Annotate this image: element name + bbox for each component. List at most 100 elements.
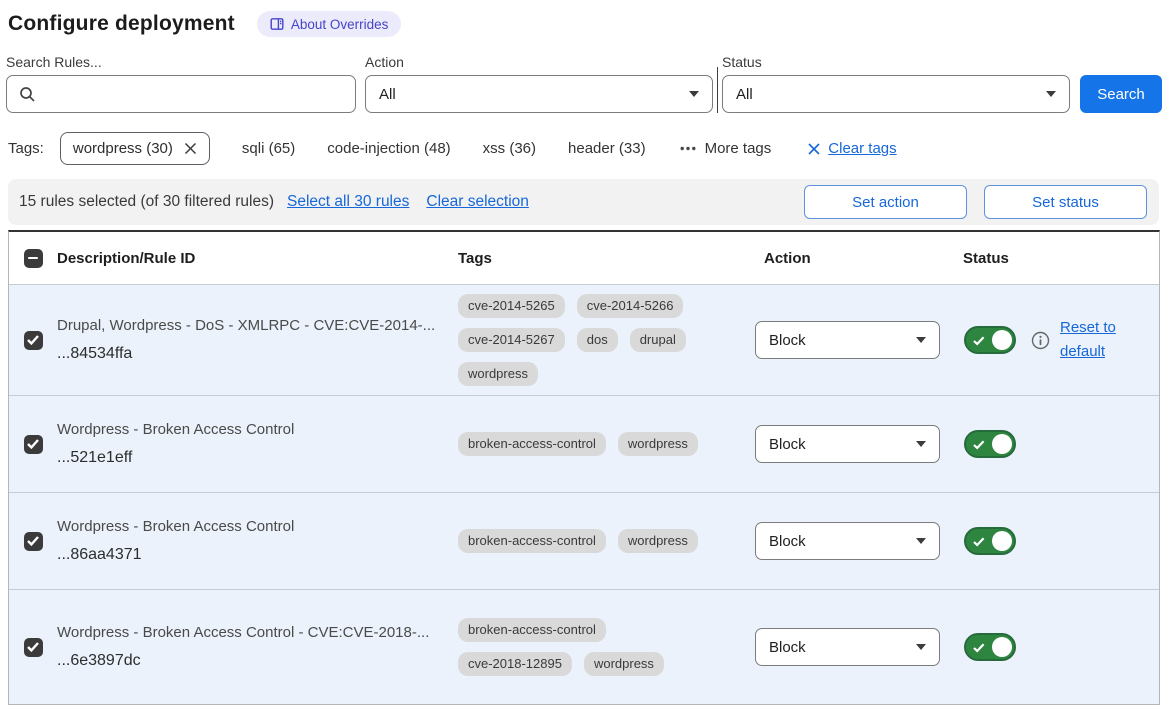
tag-pill: drupal bbox=[630, 328, 686, 352]
chevron-down-icon bbox=[689, 91, 699, 97]
rules-table: Description/Rule ID Tags Action Status D… bbox=[8, 230, 1160, 705]
action-filter-value: All bbox=[379, 86, 396, 103]
rule-description: Wordpress - Broken Access Control bbox=[57, 421, 455, 438]
search-rules-input[interactable] bbox=[36, 76, 355, 112]
close-icon[interactable] bbox=[184, 142, 197, 155]
selection-summary: 15 rules selected (of 30 filtered rules) bbox=[19, 193, 274, 211]
status-filter-value: All bbox=[736, 86, 753, 103]
rule-id: ...6e3897dc bbox=[57, 652, 455, 670]
rule-id: ...86aa4371 bbox=[57, 546, 455, 564]
clear-tags-button[interactable]: Clear tags bbox=[807, 140, 896, 157]
action-value: Block bbox=[769, 533, 806, 550]
status-toggle[interactable] bbox=[964, 527, 1016, 555]
select-all-link[interactable]: Select all 30 rules bbox=[287, 193, 409, 211]
info-icon[interactable] bbox=[1031, 331, 1050, 350]
clear-selection-link[interactable]: Clear selection bbox=[426, 193, 529, 211]
action-value: Block bbox=[769, 332, 806, 349]
action-select[interactable]: Block bbox=[755, 522, 940, 560]
table-row: Wordpress - Broken Access Control ...86a… bbox=[9, 492, 1159, 589]
tag-pill: wordpress bbox=[458, 362, 538, 386]
selection-bar: 15 rules selected (of 30 filtered rules)… bbox=[8, 179, 1159, 225]
about-overrides-badge[interactable]: About Overrides bbox=[257, 11, 402, 37]
column-header-description: Description/Rule ID bbox=[57, 250, 455, 267]
action-select[interactable]: Block bbox=[755, 321, 940, 359]
column-header-action: Action bbox=[753, 250, 951, 267]
tag-pill: wordpress bbox=[584, 652, 664, 676]
search-rules-inputbox bbox=[6, 75, 356, 113]
rule-description: Wordpress - Broken Access Control bbox=[57, 518, 455, 535]
row-checkbox[interactable] bbox=[24, 532, 43, 551]
page-title: Configure deployment bbox=[8, 12, 235, 36]
tag-option-header[interactable]: header (33) bbox=[568, 140, 646, 157]
status-filter-label: Status bbox=[722, 54, 1070, 70]
table-row: Drupal, Wordpress - DoS - XMLRPC - CVE:C… bbox=[9, 284, 1159, 395]
search-icon bbox=[7, 86, 36, 103]
page-header: Configure deployment About Overrides bbox=[0, 0, 1167, 37]
filter-divider bbox=[717, 67, 718, 113]
status-toggle[interactable] bbox=[964, 633, 1016, 661]
column-header-tags: Tags bbox=[455, 250, 753, 267]
row-checkbox[interactable] bbox=[24, 435, 43, 454]
reset-to-default-link[interactable]: Reset to default bbox=[1060, 316, 1126, 364]
tag-pill: cve-2014-5267 bbox=[458, 328, 565, 352]
action-value: Block bbox=[769, 639, 806, 656]
tags-label: Tags: bbox=[8, 140, 44, 157]
tag-pill: wordpress bbox=[618, 432, 698, 456]
table-row: Wordpress - Broken Access Control - CVE:… bbox=[9, 589, 1159, 704]
filter-row: Search Rules... Action All Status bbox=[6, 54, 1167, 113]
tag-pill: cve-2014-5266 bbox=[577, 294, 684, 318]
more-tags-label: More tags bbox=[705, 140, 772, 157]
action-select[interactable]: Block bbox=[755, 628, 940, 666]
tag-option-sqli[interactable]: sqli (65) bbox=[242, 140, 295, 157]
chevron-down-icon bbox=[916, 538, 926, 544]
tags-bar: Tags: wordpress (30) sqli (65) code-inje… bbox=[8, 132, 1167, 165]
tag-pill: cve-2014-5265 bbox=[458, 294, 565, 318]
rule-id: ...84534ffa bbox=[57, 345, 455, 363]
rule-tags: broken-access-control cve-2018-12895 wor… bbox=[455, 618, 717, 677]
chevron-down-icon bbox=[916, 644, 926, 650]
toggle-knob bbox=[992, 637, 1012, 657]
tag-pill: broken-access-control bbox=[458, 618, 606, 642]
column-header-status: Status bbox=[951, 250, 1159, 267]
selected-tag-chip-wordpress[interactable]: wordpress (30) bbox=[60, 132, 210, 165]
tag-pill: dos bbox=[577, 328, 618, 352]
configure-deployment-page: Configure deployment About Overrides Sea… bbox=[0, 0, 1167, 718]
chevron-down-icon bbox=[916, 441, 926, 447]
action-filter-label: Action bbox=[365, 54, 713, 70]
action-value: Block bbox=[769, 436, 806, 453]
chevron-down-icon bbox=[1046, 91, 1056, 97]
clear-tags-label: Clear tags bbox=[828, 140, 896, 157]
tag-option-xss[interactable]: xss (36) bbox=[483, 140, 536, 157]
toggle-knob bbox=[992, 330, 1012, 350]
toggle-knob bbox=[992, 531, 1012, 551]
status-filter-select[interactable]: All bbox=[722, 75, 1070, 113]
row-checkbox[interactable] bbox=[24, 331, 43, 350]
select-all-checkbox[interactable] bbox=[24, 249, 43, 268]
tag-pill: wordpress bbox=[618, 529, 698, 553]
table-row: Wordpress - Broken Access Control ...521… bbox=[9, 395, 1159, 492]
status-toggle[interactable] bbox=[964, 430, 1016, 458]
set-status-button[interactable]: Set status bbox=[984, 185, 1147, 219]
more-tags-button[interactable]: More tags bbox=[680, 140, 772, 157]
action-select[interactable]: Block bbox=[755, 425, 940, 463]
rule-description: Drupal, Wordpress - DoS - XMLRPC - CVE:C… bbox=[57, 317, 455, 334]
ellipsis-icon bbox=[680, 146, 696, 151]
book-icon bbox=[270, 17, 284, 31]
clear-x-icon bbox=[807, 142, 821, 156]
status-toggle[interactable] bbox=[964, 326, 1016, 354]
set-action-button[interactable]: Set action bbox=[804, 185, 967, 219]
rule-description: Wordpress - Broken Access Control - CVE:… bbox=[57, 624, 455, 641]
toggle-knob bbox=[992, 434, 1012, 454]
rule-tags: broken-access-control wordpress bbox=[455, 432, 717, 456]
row-checkbox[interactable] bbox=[24, 638, 43, 657]
tag-option-code-injection[interactable]: code-injection (48) bbox=[327, 140, 450, 157]
search-button[interactable]: Search bbox=[1080, 75, 1162, 113]
rule-tags: broken-access-control wordpress bbox=[455, 529, 717, 553]
action-filter-select[interactable]: All bbox=[365, 75, 713, 113]
tag-pill: broken-access-control bbox=[458, 529, 606, 553]
tag-pill: cve-2018-12895 bbox=[458, 652, 572, 676]
selected-tag-label: wordpress (30) bbox=[73, 140, 173, 157]
search-rules-label: Search Rules... bbox=[6, 54, 356, 70]
rule-tags: cve-2014-5265 cve-2014-5266 cve-2014-526… bbox=[455, 294, 717, 387]
table-header-row: Description/Rule ID Tags Action Status bbox=[9, 232, 1159, 284]
